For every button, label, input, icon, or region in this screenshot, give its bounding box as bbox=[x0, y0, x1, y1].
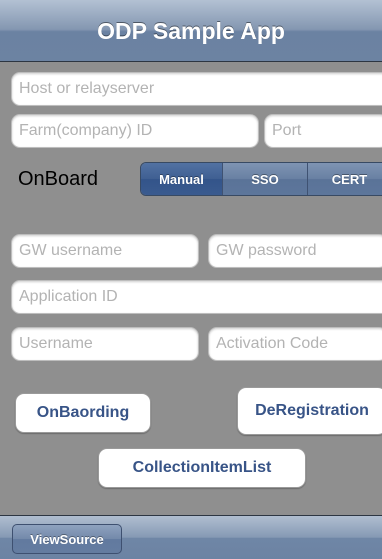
deregistration-button[interactable]: DeRegistration bbox=[237, 387, 382, 435]
segment-sso[interactable]: SSO bbox=[223, 163, 308, 195]
port-field[interactable] bbox=[264, 114, 382, 148]
farm-id-field[interactable] bbox=[11, 114, 259, 148]
port-input[interactable] bbox=[272, 122, 381, 140]
onboard-segmented-control[interactable]: Manual SSO CERT bbox=[140, 162, 382, 196]
host-field[interactable] bbox=[11, 72, 382, 106]
application-id-input[interactable] bbox=[19, 288, 382, 306]
segment-cert[interactable]: CERT bbox=[308, 163, 382, 195]
gw-username-field[interactable] bbox=[11, 234, 199, 268]
onboarding-button[interactable]: OnBaording bbox=[15, 393, 151, 433]
app-title: ODP Sample App bbox=[97, 18, 285, 44]
collection-item-list-button[interactable]: CollectionItemList bbox=[98, 448, 306, 488]
view-source-button[interactable]: ViewSource bbox=[12, 524, 122, 554]
gw-password-field[interactable] bbox=[208, 234, 382, 268]
activation-code-field[interactable] bbox=[208, 327, 382, 361]
gw-password-input[interactable] bbox=[216, 242, 380, 260]
username-field[interactable] bbox=[11, 327, 199, 361]
host-input[interactable] bbox=[19, 80, 382, 98]
app-window: ODP Sample App OnBoard Manual SSO CERT O… bbox=[0, 0, 382, 559]
onboard-label: OnBoard bbox=[18, 168, 99, 190]
segment-manual[interactable]: Manual bbox=[141, 163, 223, 195]
application-id-field[interactable] bbox=[11, 280, 382, 314]
farm-id-input[interactable] bbox=[19, 122, 251, 140]
username-input[interactable] bbox=[19, 335, 191, 353]
bottom-toolbar: ViewSource bbox=[0, 515, 382, 559]
activation-code-input[interactable] bbox=[216, 335, 380, 353]
gw-username-input[interactable] bbox=[19, 242, 191, 260]
navigation-bar: ODP Sample App bbox=[0, 0, 382, 62]
